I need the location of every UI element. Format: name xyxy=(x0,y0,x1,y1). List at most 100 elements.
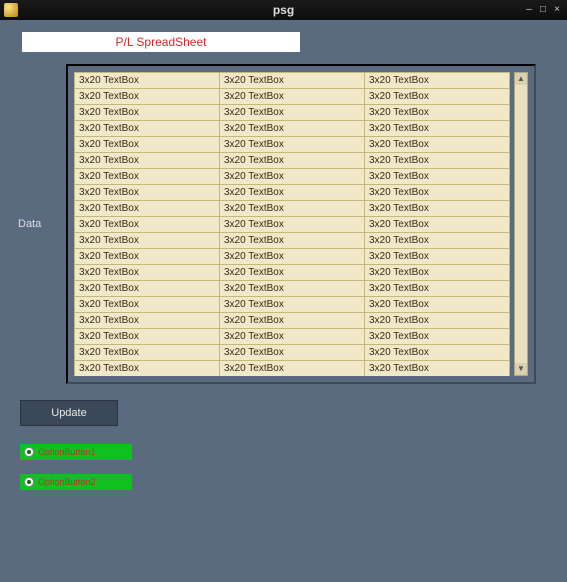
grid-cell[interactable]: 3x20 TextBox xyxy=(365,329,510,345)
grid-cell[interactable]: 3x20 TextBox xyxy=(220,121,365,137)
grid-cell[interactable]: 3x20 TextBox xyxy=(75,105,220,121)
grid-cell[interactable]: 3x20 TextBox xyxy=(220,233,365,249)
grid-cell[interactable]: 3x20 TextBox xyxy=(220,313,365,329)
grid-cell[interactable]: 3x20 TextBox xyxy=(75,169,220,185)
radio-option-1[interactable]: OptionButton1 xyxy=(20,444,132,460)
grid-cell[interactable]: 3x20 TextBox xyxy=(220,105,365,121)
minimize-button[interactable]: – xyxy=(523,4,535,16)
spreadsheet-frame: 3x20 TextBox3x20 TextBox3x20 TextBox3x20… xyxy=(66,64,536,384)
grid-cell[interactable]: 3x20 TextBox xyxy=(220,281,365,297)
table-row: 3x20 TextBox3x20 TextBox3x20 TextBox xyxy=(75,313,510,329)
grid-table: 3x20 TextBox3x20 TextBox3x20 TextBox3x20… xyxy=(74,72,510,376)
grid-cell[interactable]: 3x20 TextBox xyxy=(365,105,510,121)
grid-cell[interactable]: 3x20 TextBox xyxy=(365,249,510,265)
grid-cell[interactable]: 3x20 TextBox xyxy=(365,233,510,249)
grid-cell[interactable]: 3x20 TextBox xyxy=(365,297,510,313)
table-row: 3x20 TextBox3x20 TextBox3x20 TextBox xyxy=(75,201,510,217)
grid-cell[interactable]: 3x20 TextBox xyxy=(365,137,510,153)
grid-cell[interactable]: 3x20 TextBox xyxy=(75,137,220,153)
table-row: 3x20 TextBox3x20 TextBox3x20 TextBox xyxy=(75,89,510,105)
grid-cell[interactable]: 3x20 TextBox xyxy=(75,345,220,361)
grid-cell[interactable]: 3x20 TextBox xyxy=(75,73,220,89)
grid-cell[interactable]: 3x20 TextBox xyxy=(220,169,365,185)
table-row: 3x20 TextBox3x20 TextBox3x20 TextBox xyxy=(75,281,510,297)
grid-cell[interactable]: 3x20 TextBox xyxy=(220,217,365,233)
grid-cell[interactable]: 3x20 TextBox xyxy=(365,121,510,137)
radio-label: OptionButton2 xyxy=(38,477,96,487)
table-row: 3x20 TextBox3x20 TextBox3x20 TextBox xyxy=(75,121,510,137)
grid-cell[interactable]: 3x20 TextBox xyxy=(220,345,365,361)
grid-cell[interactable]: 3x20 TextBox xyxy=(75,121,220,137)
window-controls: – □ × xyxy=(523,4,567,16)
table-row: 3x20 TextBox3x20 TextBox3x20 TextBox xyxy=(75,105,510,121)
table-row: 3x20 TextBox3x20 TextBox3x20 TextBox xyxy=(75,169,510,185)
grid-cell[interactable]: 3x20 TextBox xyxy=(365,281,510,297)
scroll-down-arrow[interactable]: ▼ xyxy=(515,363,527,375)
grid-cell[interactable]: 3x20 TextBox xyxy=(75,361,220,377)
update-button-label: Update xyxy=(51,407,86,419)
grid-cell[interactable]: 3x20 TextBox xyxy=(220,297,365,313)
table-row: 3x20 TextBox3x20 TextBox3x20 TextBox xyxy=(75,137,510,153)
table-row: 3x20 TextBox3x20 TextBox3x20 TextBox xyxy=(75,297,510,313)
grid-cell[interactable]: 3x20 TextBox xyxy=(75,185,220,201)
vertical-scrollbar[interactable]: ▲ ▼ xyxy=(514,72,528,376)
table-row: 3x20 TextBox3x20 TextBox3x20 TextBox xyxy=(75,73,510,89)
grid-cell[interactable]: 3x20 TextBox xyxy=(75,89,220,105)
spreadsheet-grid: 3x20 TextBox3x20 TextBox3x20 TextBox3x20… xyxy=(74,72,510,376)
app-icon xyxy=(4,3,18,17)
table-row: 3x20 TextBox3x20 TextBox3x20 TextBox xyxy=(75,185,510,201)
grid-cell[interactable]: 3x20 TextBox xyxy=(365,313,510,329)
grid-cell[interactable]: 3x20 TextBox xyxy=(75,153,220,169)
window-titlebar: psg – □ × xyxy=(0,0,567,20)
table-row: 3x20 TextBox3x20 TextBox3x20 TextBox xyxy=(75,233,510,249)
grid-cell[interactable]: 3x20 TextBox xyxy=(75,329,220,345)
grid-cell[interactable]: 3x20 TextBox xyxy=(365,73,510,89)
grid-cell[interactable]: 3x20 TextBox xyxy=(365,153,510,169)
close-button[interactable]: × xyxy=(551,4,563,16)
grid-cell[interactable]: 3x20 TextBox xyxy=(365,169,510,185)
table-row: 3x20 TextBox3x20 TextBox3x20 TextBox xyxy=(75,265,510,281)
grid-cell[interactable]: 3x20 TextBox xyxy=(220,153,365,169)
scroll-up-arrow[interactable]: ▲ xyxy=(515,73,527,85)
grid-cell[interactable]: 3x20 TextBox xyxy=(220,265,365,281)
grid-cell[interactable]: 3x20 TextBox xyxy=(220,329,365,345)
radio-dot-icon xyxy=(24,447,34,457)
grid-cell[interactable]: 3x20 TextBox xyxy=(220,185,365,201)
grid-cell[interactable]: 3x20 TextBox xyxy=(220,361,365,377)
grid-cell[interactable]: 3x20 TextBox xyxy=(75,217,220,233)
grid-cell[interactable]: 3x20 TextBox xyxy=(220,89,365,105)
grid-cell[interactable]: 3x20 TextBox xyxy=(365,361,510,377)
grid-cell[interactable]: 3x20 TextBox xyxy=(220,201,365,217)
radio-dot-icon xyxy=(24,477,34,487)
grid-cell[interactable]: 3x20 TextBox xyxy=(75,281,220,297)
heading-text: P/L SpreadSheet xyxy=(116,35,207,49)
table-row: 3x20 TextBox3x20 TextBox3x20 TextBox xyxy=(75,217,510,233)
update-button[interactable]: Update xyxy=(20,400,118,426)
grid-cell[interactable]: 3x20 TextBox xyxy=(365,185,510,201)
grid-cell[interactable]: 3x20 TextBox xyxy=(365,89,510,105)
window-title: psg xyxy=(0,3,567,17)
app-body: P/L SpreadSheet Data 3x20 TextBox3x20 Te… xyxy=(0,20,567,582)
grid-cell[interactable]: 3x20 TextBox xyxy=(365,201,510,217)
grid-cell[interactable]: 3x20 TextBox xyxy=(75,313,220,329)
radio-option-2[interactable]: OptionButton2 xyxy=(20,474,132,490)
data-label: Data xyxy=(18,218,58,230)
grid-cell[interactable]: 3x20 TextBox xyxy=(365,345,510,361)
grid-cell[interactable]: 3x20 TextBox xyxy=(365,217,510,233)
grid-cell[interactable]: 3x20 TextBox xyxy=(75,201,220,217)
maximize-button[interactable]: □ xyxy=(537,4,549,16)
table-row: 3x20 TextBox3x20 TextBox3x20 TextBox xyxy=(75,329,510,345)
grid-cell[interactable]: 3x20 TextBox xyxy=(75,233,220,249)
table-row: 3x20 TextBox3x20 TextBox3x20 TextBox xyxy=(75,153,510,169)
radio-label: OptionButton1 xyxy=(38,447,96,457)
grid-cell[interactable]: 3x20 TextBox xyxy=(365,265,510,281)
grid-cell[interactable]: 3x20 TextBox xyxy=(75,297,220,313)
heading-box: P/L SpreadSheet xyxy=(22,32,300,52)
grid-cell[interactable]: 3x20 TextBox xyxy=(220,73,365,89)
grid-cell[interactable]: 3x20 TextBox xyxy=(220,137,365,153)
data-section: Data 3x20 TextBox3x20 TextBox3x20 TextBo… xyxy=(18,64,549,384)
grid-cell[interactable]: 3x20 TextBox xyxy=(220,249,365,265)
grid-cell[interactable]: 3x20 TextBox xyxy=(75,265,220,281)
table-row: 3x20 TextBox3x20 TextBox3x20 TextBox xyxy=(75,249,510,265)
grid-cell[interactable]: 3x20 TextBox xyxy=(75,249,220,265)
